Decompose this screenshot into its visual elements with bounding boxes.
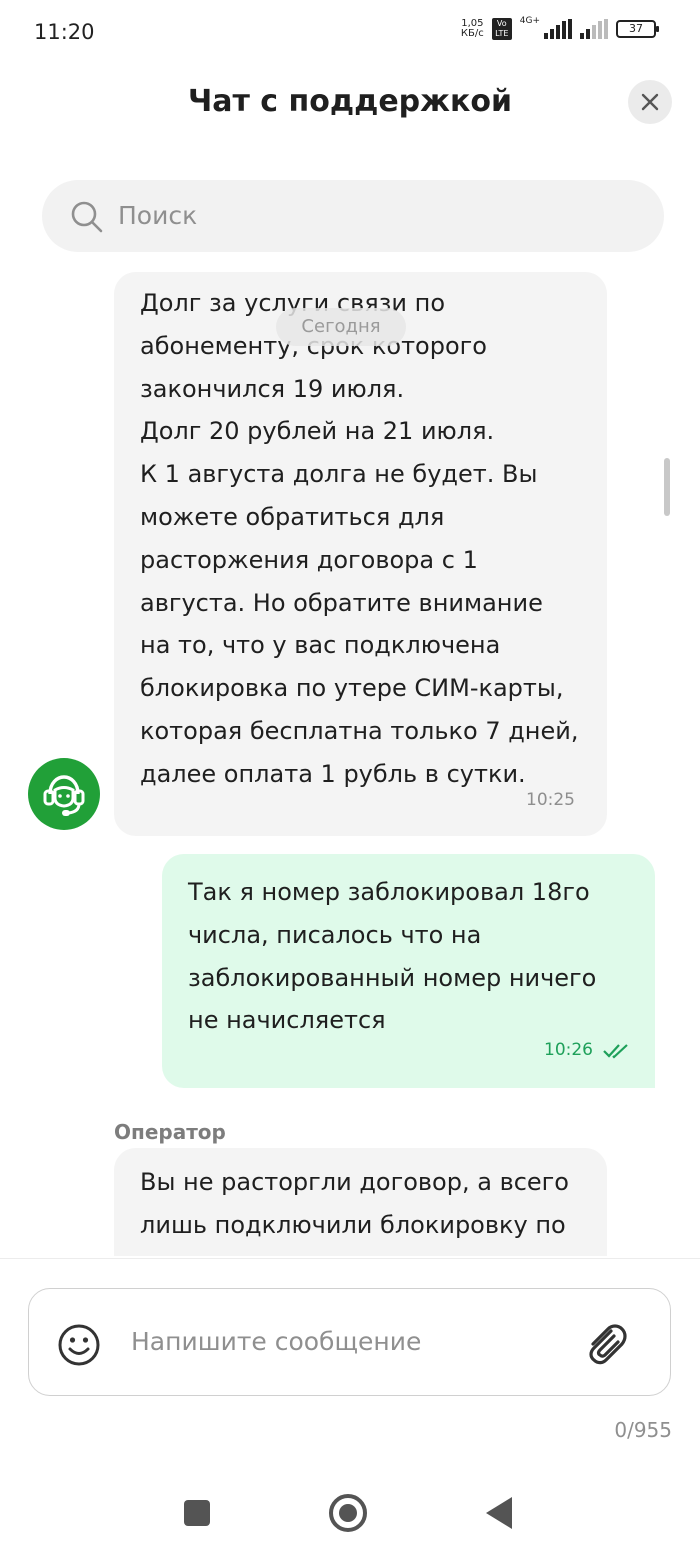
double-check-icon: [603, 1043, 628, 1059]
support-avatar: [28, 758, 100, 830]
date-separator: Сегодня: [276, 308, 406, 346]
network-type: 4G+: [519, 16, 540, 26]
message-time: 10:26: [544, 1029, 629, 1072]
outgoing-message: Так я номер заблокировал 18го числа, пис…: [162, 854, 655, 1088]
home-button[interactable]: [329, 1494, 367, 1532]
char-counter: 0/955: [614, 1418, 672, 1442]
status-time: 11:20: [34, 20, 95, 44]
network-speed: 1,05 КБ/с: [460, 18, 484, 39]
search-input[interactable]: Поиск: [42, 180, 664, 252]
back-button[interactable]: [486, 1497, 512, 1529]
battery-icon: 37: [616, 20, 659, 38]
paperclip-icon[interactable]: [581, 1319, 629, 1367]
message-text: Вы не расторгли договор, а всего лишь по…: [140, 1168, 569, 1239]
message-input[interactable]: Напишите сообщение: [28, 1288, 671, 1396]
signal-2-icon: [580, 19, 608, 39]
status-bar: 11:20 1,05 КБ/с Vo LTE 4G+ 37: [0, 0, 700, 64]
headset-operator-icon: [43, 775, 85, 816]
status-icons: 1,05 КБ/с Vo LTE 4G+ 37: [460, 16, 659, 40]
message-placeholder: Напишите сообщение: [131, 1327, 422, 1356]
message-time: 10:25: [526, 790, 575, 811]
volte-icon: Vo LTE: [491, 18, 512, 40]
message-text: Долг за услуги связи по абонементу, срок…: [140, 289, 579, 788]
search-placeholder: Поиск: [118, 201, 198, 230]
system-nav-bar: [0, 1476, 700, 1556]
sender-name: Оператор: [114, 1120, 226, 1144]
chat-messages[interactable]: Долг за услуги связи по абонементу, срок…: [0, 272, 700, 1256]
incoming-message: Долг за услуги связи по абонементу, срок…: [114, 272, 607, 836]
close-icon: [641, 93, 659, 111]
close-button[interactable]: [628, 80, 672, 124]
emoji-icon[interactable]: [57, 1323, 101, 1367]
message-text: Так я номер заблокировал 18го числа, пис…: [188, 878, 597, 1035]
scrollbar[interactable]: [664, 458, 670, 516]
incoming-message: Вы не расторгли договор, а всего лишь по…: [114, 1148, 607, 1256]
recents-button[interactable]: [184, 1500, 210, 1526]
signal-icon: [544, 19, 572, 39]
page-title: Чат с поддержкой: [187, 84, 512, 119]
search-icon: [71, 201, 103, 233]
divider: [0, 1258, 700, 1259]
